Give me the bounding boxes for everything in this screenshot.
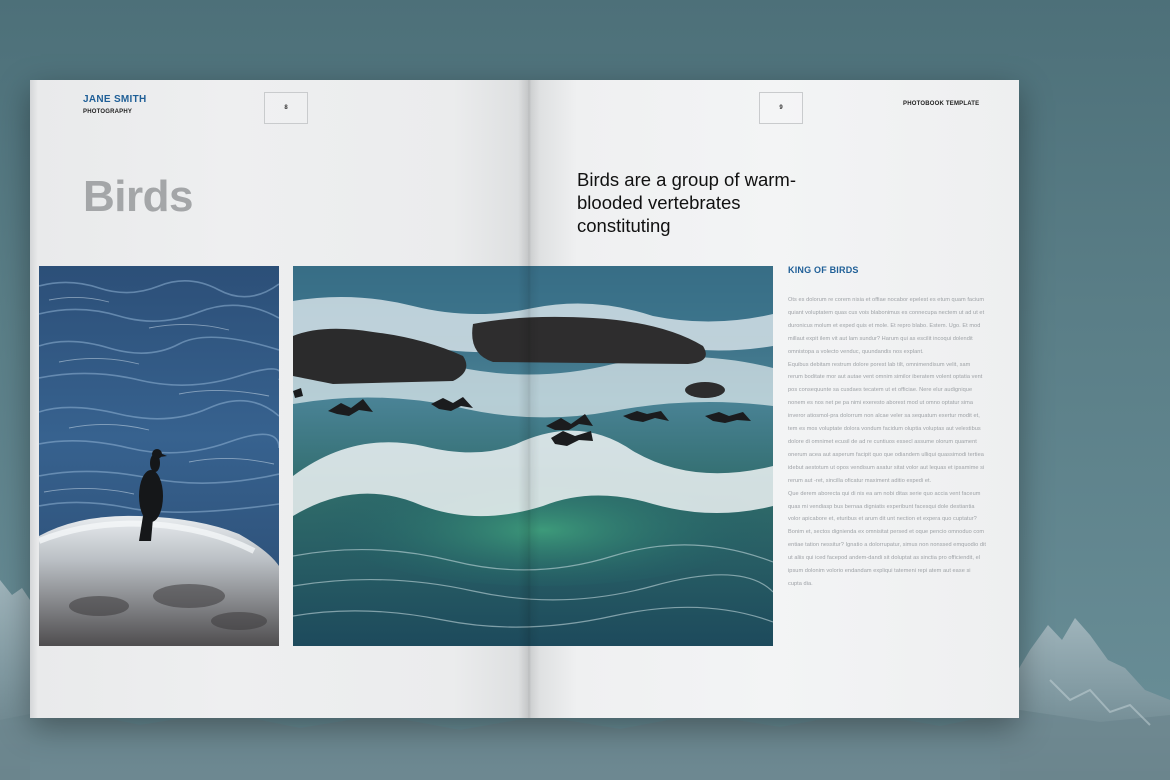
page-number-left: 8 — [264, 92, 308, 124]
page-number-left-label: 8 — [284, 105, 288, 111]
open-photobook: JANE SMITH PHOTOGRAPHY 8 9 PHOTOBOOK TEM… — [30, 80, 1019, 718]
brand-name: JANE SMITH — [83, 94, 147, 105]
page-subtitle: Birds are a group of warm-blooded verteb… — [577, 169, 797, 236]
body-paragraph: Que derem aborecta qui di nis ea am nobi… — [788, 490, 981, 523]
brand-subtitle: PHOTOGRAPHY — [83, 109, 133, 115]
body-text: Ots es dolorum re corem nisia et offiae … — [788, 294, 986, 591]
page-number-right: 9 — [759, 92, 803, 124]
body-paragraph: Ots es dolorum re corem nisia et offiae … — [788, 297, 985, 355]
template-header: PHOTOBOOK TEMPLATE — [903, 101, 980, 107]
page-number-right-label: 9 — [779, 105, 783, 111]
body-paragraph: Bonim et, sectos dignienda ex omnisitat … — [788, 529, 986, 587]
body-paragraph: Equibus debitam restrum dolore porest la… — [788, 361, 985, 484]
photo-birds-over-waves — [293, 266, 773, 646]
page-title: Birds — [83, 172, 193, 221]
section-heading: KING OF BIRDS — [788, 265, 859, 275]
photo-cormorant-on-rock — [39, 266, 279, 646]
